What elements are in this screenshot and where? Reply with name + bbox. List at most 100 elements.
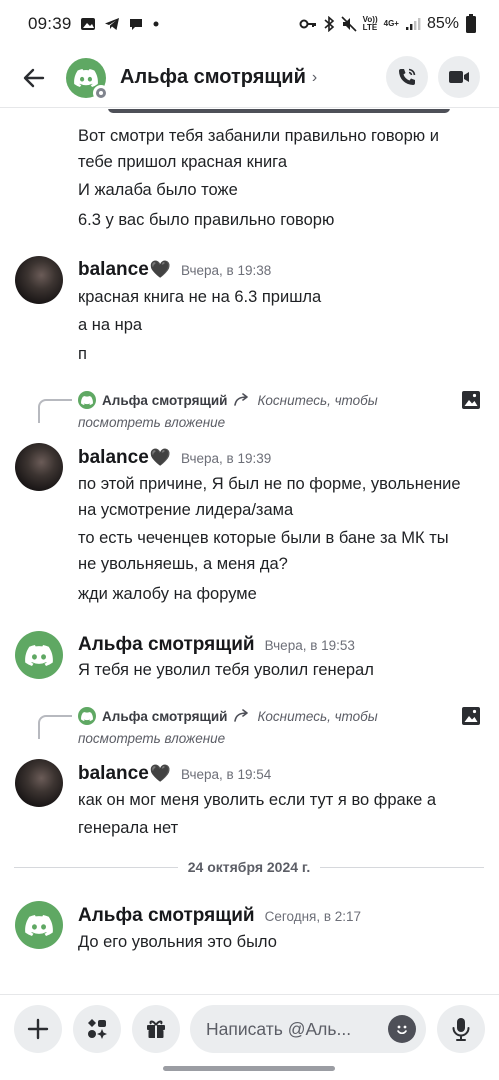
- network-type-label: 4G+: [383, 19, 399, 28]
- message-timestamp: Вчера, в 19:54: [180, 767, 272, 782]
- discord-avatar[interactable]: [15, 901, 63, 949]
- channel-avatar[interactable]: [66, 57, 109, 101]
- message-line: не увольняешь, а меня да?: [78, 555, 288, 573]
- reply-connector: [38, 715, 72, 739]
- phone-icon: [399, 68, 416, 85]
- message-line: Я тебя не уволил тебя уволил генерал: [78, 661, 374, 679]
- author-name: balance: [78, 447, 149, 468]
- reply-hint-line2[interactable]: посмотреть вложение: [78, 415, 225, 430]
- network-type-indicator: 4G+: [384, 20, 399, 28]
- message-line: красная книга не на 6.3 пришла: [78, 288, 322, 306]
- home-indicator[interactable]: [163, 1066, 335, 1071]
- heart-emoji: 🖤: [149, 260, 171, 279]
- status-time: 09:39: [28, 14, 72, 33]
- video-call-button[interactable]: [438, 56, 480, 98]
- image-attachment-icon[interactable]: [461, 706, 481, 731]
- message-line: тебе пришол красная книга: [78, 153, 287, 171]
- voice-message-button[interactable]: [437, 1005, 485, 1053]
- key-icon: [299, 17, 317, 31]
- message-line: Вот смотри тебя забанили правильно говор…: [78, 127, 439, 145]
- discord-logo-icon: [74, 68, 98, 87]
- message-list[interactable]: Вот смотри тебя забанили правильно говор…: [0, 109, 499, 994]
- message-author[interactable]: balance 🖤 Вчера, в 19:38: [78, 259, 271, 281]
- divider-rule: [320, 866, 485, 868]
- volte-indicator: Vo)) LTE: [363, 16, 378, 32]
- reply-preview[interactable]: Альфа смотрящий Коснитесь, чтобы: [78, 391, 378, 409]
- heart-emoji: 🖤: [149, 764, 171, 783]
- battery-percent: 85%: [426, 15, 459, 32]
- message-author[interactable]: Альфа смотрящий Вчера, в 19:53: [78, 634, 355, 656]
- cut-off-embed: [108, 109, 450, 113]
- bluetooth-icon: [323, 16, 335, 32]
- discord-avatar[interactable]: [15, 631, 63, 679]
- gallery-notification-icon: [80, 16, 96, 32]
- message-line: на усмотрение лидера/зама: [78, 501, 294, 519]
- discord-logo-icon: [81, 395, 93, 405]
- message-author[interactable]: balance 🖤 Вчера, в 19:39: [78, 447, 271, 469]
- message-input-bar: Написать @Аль...: [0, 994, 499, 1080]
- user-avatar-balance[interactable]: [15, 256, 63, 304]
- divider-rule: [14, 866, 178, 868]
- date-divider: 24 октября 2024 г.: [14, 859, 485, 875]
- gift-button[interactable]: [132, 1005, 180, 1053]
- reply-arrow-icon: [234, 709, 249, 722]
- apps-icon: [88, 1019, 107, 1039]
- gift-icon: [147, 1020, 165, 1038]
- reply-avatar: [78, 391, 96, 409]
- back-button[interactable]: [12, 56, 56, 100]
- emoji-button[interactable]: [388, 1015, 416, 1043]
- message-author[interactable]: balance 🖤 Вчера, в 19:54: [78, 763, 271, 785]
- reply-author: Альфа смотрящий: [102, 708, 228, 724]
- chat-notification-icon: [128, 16, 144, 32]
- discord-logo-icon: [25, 914, 53, 936]
- message-author[interactable]: Альфа смотрящий Сегодня, в 2:17: [78, 905, 361, 927]
- message-line: как он мог меня уволить если тут я во фр…: [78, 791, 437, 809]
- more-notifications-dot-icon: [152, 20, 160, 28]
- plus-icon: [27, 1018, 49, 1040]
- user-avatar-balance[interactable]: [15, 443, 63, 491]
- reply-connector: [38, 399, 72, 423]
- mute-icon: [341, 16, 357, 32]
- reply-author: Альфа смотрящий: [102, 392, 228, 408]
- user-avatar-balance[interactable]: [15, 759, 63, 807]
- image-attachment-icon[interactable]: [461, 390, 481, 415]
- title-chevron-icon[interactable]: ›: [312, 69, 317, 87]
- message-line: генерала нет: [78, 819, 179, 837]
- reply-preview[interactable]: Альфа смотрящий Коснитесь, чтобы: [78, 707, 378, 725]
- discord-logo-icon: [81, 711, 93, 721]
- message-timestamp: Вчера, в 19:39: [180, 451, 272, 466]
- chat-header: Альфа смотрящий ›: [0, 48, 499, 108]
- telegram-notification-icon: [104, 16, 120, 32]
- message-line: п: [78, 345, 87, 363]
- author-name: balance: [78, 259, 149, 280]
- offline-status-icon: [93, 84, 109, 101]
- author-name: balance: [78, 763, 149, 784]
- discord-logo-icon: [25, 644, 53, 666]
- video-camera-icon: [449, 71, 469, 83]
- message-line: а на нра: [78, 316, 143, 334]
- message-input[interactable]: Написать @Аль...: [190, 1005, 426, 1053]
- message-line: И жалаба было тоже: [78, 181, 238, 199]
- signal-icon: [405, 17, 421, 31]
- message-input-placeholder: Написать @Аль...: [206, 1018, 352, 1039]
- message-timestamp: Вчера, в 19:38: [180, 263, 272, 278]
- microphone-icon: [452, 1018, 470, 1041]
- channel-title[interactable]: Альфа смотрящий: [120, 66, 306, 89]
- back-arrow-icon: [23, 68, 45, 87]
- status-bar: 09:39 Vo)) LTE 4G+ 85%: [0, 0, 499, 48]
- smiley-icon: [397, 1025, 407, 1035]
- message-line: 6.3 у вас было правильно говорю: [78, 211, 335, 229]
- author-name: Альфа смотрящий: [78, 634, 255, 655]
- voice-call-button[interactable]: [386, 56, 428, 98]
- reply-hint: Коснитесь, чтобы: [257, 708, 378, 724]
- date-divider-label: 24 октября 2024 г.: [187, 859, 311, 875]
- author-name: Альфа смотрящий: [78, 905, 255, 926]
- message-line: До его увольния это было: [78, 933, 277, 951]
- heart-emoji: 🖤: [149, 448, 171, 467]
- message-line: по этой причине, Я был не по форме, увол…: [78, 475, 461, 493]
- battery-icon: [465, 14, 477, 34]
- message-timestamp: Сегодня, в 2:17: [264, 909, 362, 924]
- add-attachment-button[interactable]: [14, 1005, 62, 1053]
- apps-button[interactable]: [73, 1005, 121, 1053]
- reply-hint-line2[interactable]: посмотреть вложение: [78, 731, 225, 746]
